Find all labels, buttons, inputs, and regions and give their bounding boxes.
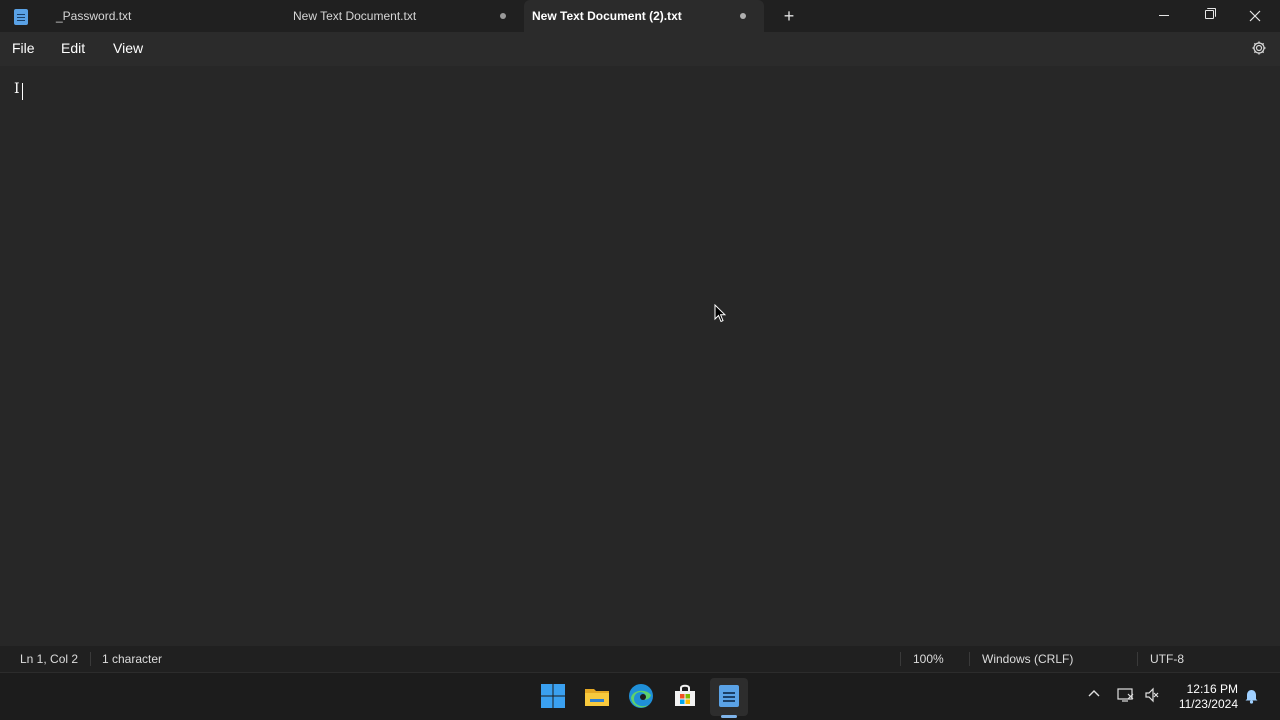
clock-time: 12:16 PM <box>1186 682 1238 696</box>
active-app-indicator <box>721 715 737 718</box>
minimize-icon <box>1159 15 1169 16</box>
notepad-icon <box>14 9 28 25</box>
text-caret <box>22 83 23 100</box>
status-divider <box>90 652 91 666</box>
start-button[interactable] <box>538 681 568 711</box>
menu-bar: File Edit View <box>0 32 1280 66</box>
close-icon <box>1249 10 1261 22</box>
tab-new-text-document[interactable]: New Text Document.txt <box>282 0 522 32</box>
file-explorer-button[interactable] <box>582 681 612 711</box>
settings-button[interactable] <box>1250 40 1268 58</box>
taskbar: 12:16 PM 11/23/2024 <box>0 672 1280 720</box>
menu-file[interactable]: File <box>12 40 35 56</box>
tab-new-text-document-2[interactable]: New Text Document (2).txt <box>524 0 764 32</box>
edge-button[interactable] <box>626 681 656 711</box>
tab-password-txt[interactable]: _Password.txt <box>44 0 284 32</box>
volume-button[interactable] <box>1144 687 1160 706</box>
status-divider <box>900 652 901 666</box>
text-editor[interactable]: I <box>0 66 1280 646</box>
tab-label: New Text Document.txt <box>293 9 417 23</box>
edge-icon <box>629 684 653 708</box>
notepad-taskbar-button[interactable] <box>710 678 748 716</box>
cursor-position: Ln 1, Col 2 <box>20 652 79 666</box>
bell-icon <box>1245 690 1258 704</box>
zoom-level[interactable]: 100% <box>913 652 944 666</box>
restore-button[interactable] <box>1186 0 1232 32</box>
unsaved-indicator-icon[interactable] <box>740 13 746 19</box>
show-hidden-icons-button[interactable] <box>1087 687 1101 704</box>
microsoft-store-button[interactable] <box>670 681 700 711</box>
new-tab-button[interactable]: + <box>778 4 800 28</box>
title-bar: _Password.txt New Text Document.txt New … <box>0 0 1280 32</box>
unsaved-indicator-icon[interactable] <box>500 13 506 19</box>
character-count: 1 character <box>102 652 163 666</box>
network-button[interactable] <box>1117 687 1135 706</box>
notepad-icon <box>719 685 739 707</box>
network-icon <box>1117 688 1134 702</box>
status-divider <box>1137 652 1138 666</box>
encoding[interactable]: UTF-8 <box>1150 652 1184 666</box>
file-explorer-icon <box>585 689 609 706</box>
gear-icon <box>1252 41 1266 55</box>
tab-label: New Text Document (2).txt <box>532 9 682 23</box>
tab-label: _Password.txt <box>56 9 132 23</box>
volume-muted-icon <box>1145 687 1159 703</box>
menu-view[interactable]: View <box>113 40 143 56</box>
microsoft-store-icon <box>675 684 695 706</box>
clock-date: 11/23/2024 <box>1178 697 1238 711</box>
line-ending[interactable]: Windows (CRLF) <box>982 652 1073 666</box>
system-clock[interactable]: 12:16 PM 11/23/2024 <box>1168 682 1238 712</box>
status-divider <box>969 652 970 666</box>
editor-content[interactable]: I <box>14 81 20 97</box>
status-bar: Ln 1, Col 2 1 character 100% Windows (CR… <box>0 646 1280 672</box>
close-button[interactable] <box>1232 0 1278 32</box>
minimize-button[interactable] <box>1141 0 1187 32</box>
chevron-up-icon <box>1088 690 1100 697</box>
menu-edit[interactable]: Edit <box>61 40 85 56</box>
notifications-button[interactable] <box>1244 688 1259 708</box>
start-icon <box>541 684 565 708</box>
